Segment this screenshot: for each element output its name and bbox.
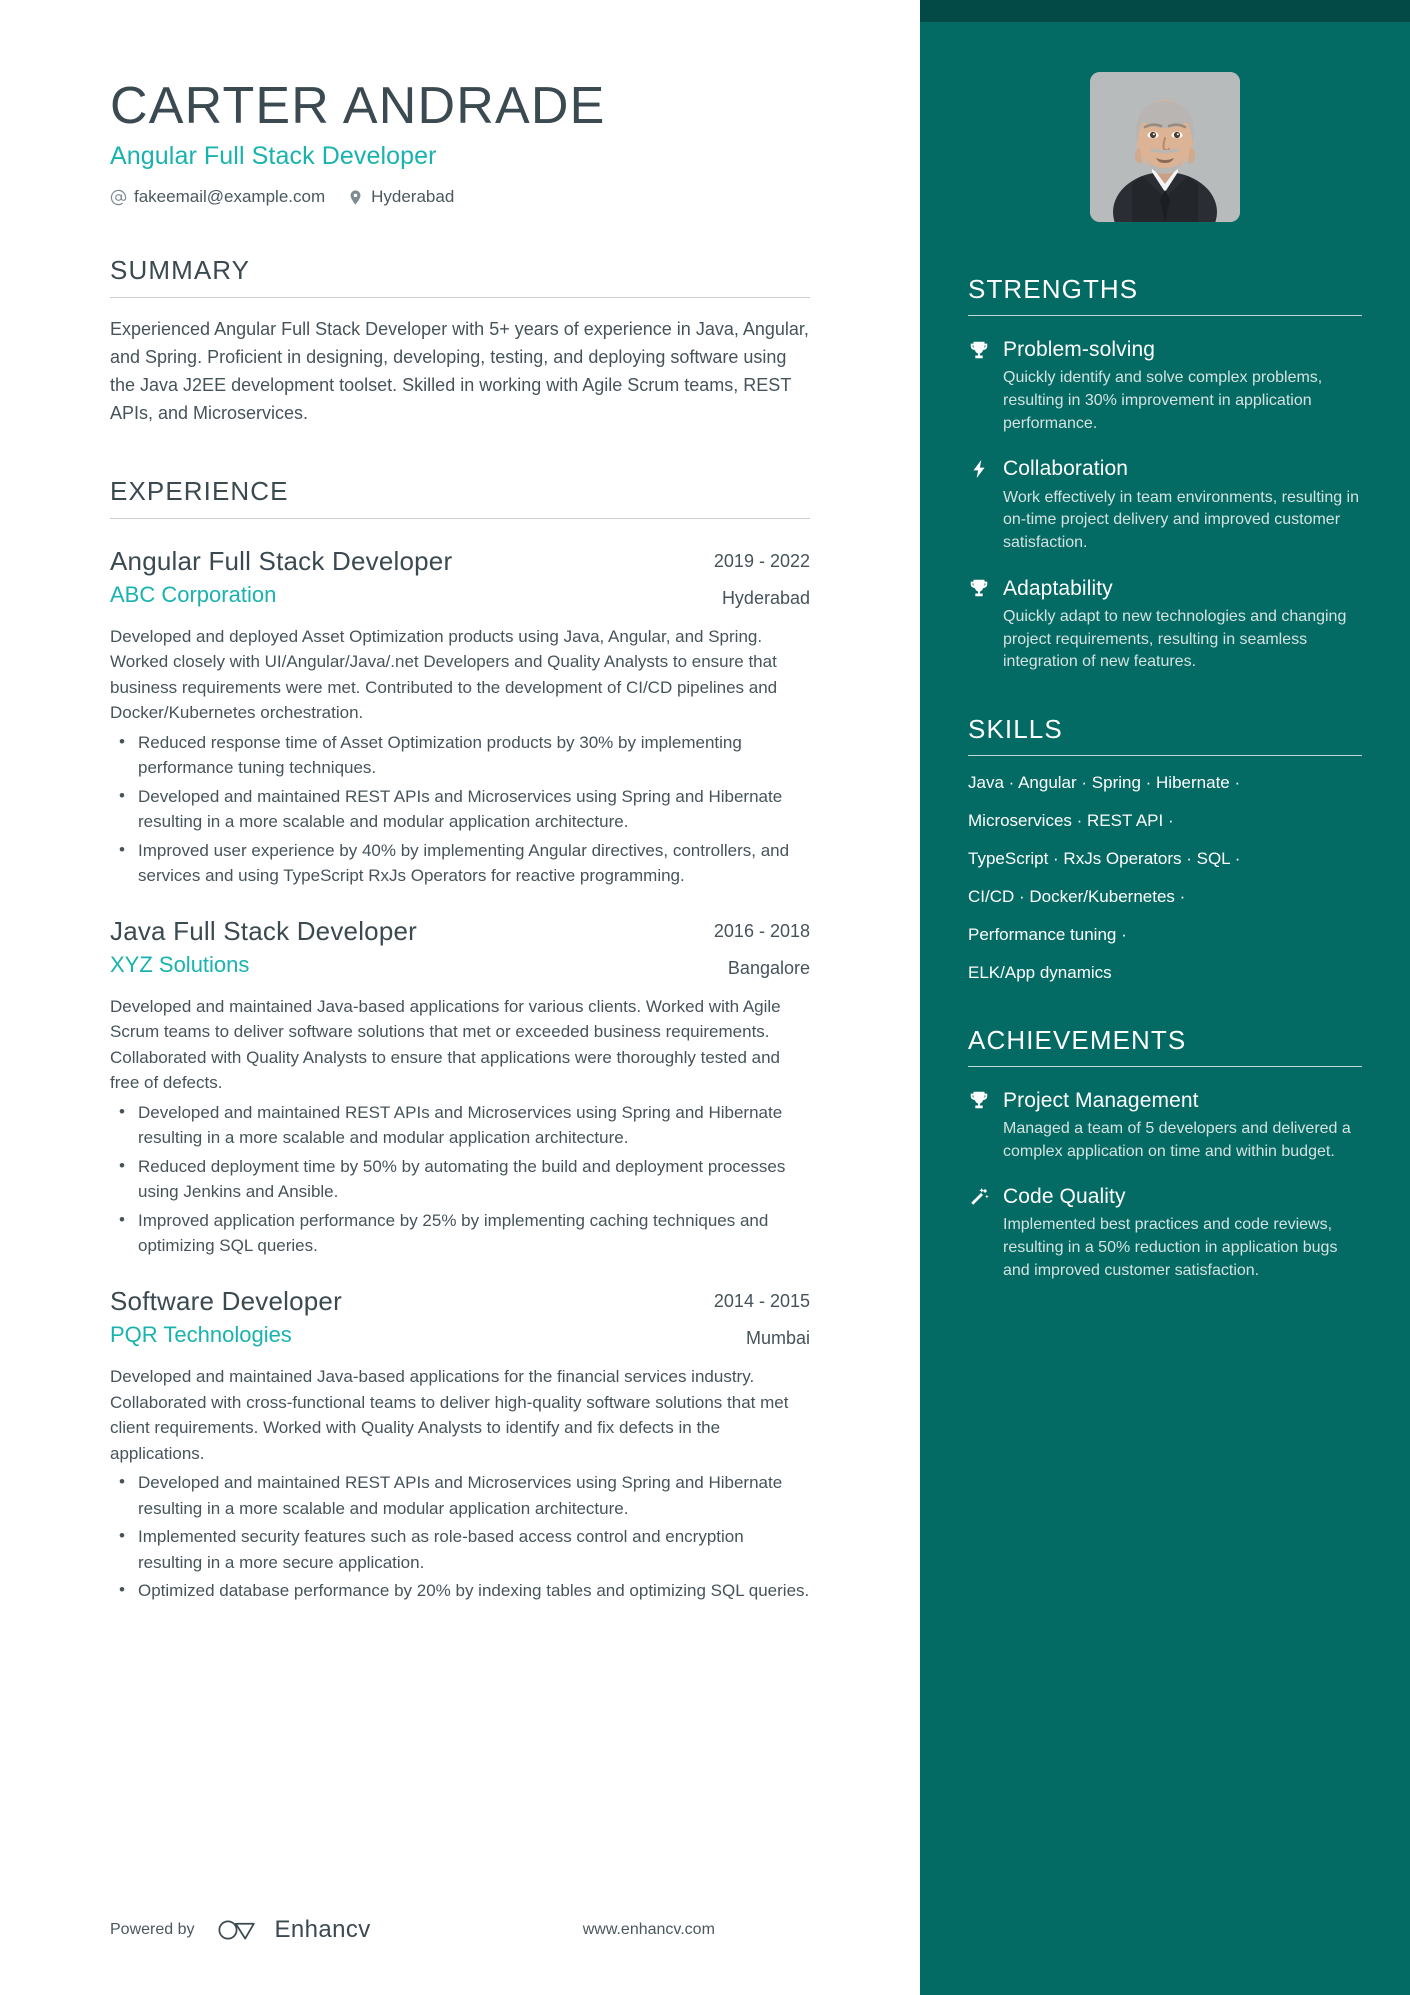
skill-line: TypeScript · RxJs Operators · SQL ·: [968, 848, 1241, 868]
experience-description: Developed and maintained Java-based appl…: [110, 1367, 789, 1463]
powered-by-label: Powered by: [110, 1921, 195, 1938]
achievement-title: Code Quality: [1003, 1185, 1126, 1209]
experience-dates: 2014 - 2015: [713, 1290, 810, 1311]
enhancv-wordmark: Enhancv: [274, 1916, 371, 1943]
skills-list: Java · Angular · Spring · Hibernate · Mi…: [968, 772, 1362, 985]
main-column: CARTER ANDRADE Angular Full Stack Develo…: [0, 0, 920, 1995]
experience-section: EXPERIENCE Angular Full Stack Developer …: [110, 476, 810, 1604]
experience-company: PQR Technologies: [110, 1322, 292, 1348]
experience-bullet-list: Reduced response time of Asset Optimizat…: [110, 729, 810, 889]
experience-bullet: Reduced deployment time by 50% by automa…: [110, 1153, 810, 1205]
experience-location: Mumbai: [745, 1327, 810, 1348]
skill-line: Microservices · REST API ·: [968, 810, 1174, 830]
experience-bullet: Reduced response time of Asset Optimizat…: [110, 729, 810, 781]
sidebar: STRENGTHS Problem-solving Quickly identi…: [920, 0, 1410, 1995]
strengths-section-title: STRENGTHS: [968, 274, 1139, 304]
strength-item: Problem-solving Quickly identify and sol…: [968, 337, 1362, 435]
strength-title: Adaptability: [1003, 576, 1113, 600]
experience-section-title: EXPERIENCE: [110, 475, 289, 506]
summary-section-title: SUMMARY: [110, 255, 251, 286]
skill-line: ELK/App dynamics: [968, 962, 1112, 982]
experience-bullet: Developed and maintained REST APIs and M…: [110, 1099, 810, 1151]
achievement-description: Implemented best practices and code revi…: [1003, 1216, 1338, 1279]
strength-description: Work effectively in team environments, r…: [1003, 488, 1360, 551]
header-block: CARTER ANDRADE Angular Full Stack Develo…: [110, 78, 810, 207]
experience-role: Software Developer: [110, 1285, 342, 1316]
experience-entry: Software Developer PQR Technologies 2014…: [110, 1285, 810, 1604]
strength-item: Adaptability Quickly adapt to new techno…: [968, 576, 1362, 674]
experience-entry: Angular Full Stack Developer ABC Corpora…: [110, 545, 810, 889]
experience-divider: [110, 517, 810, 519]
experience-company: XYZ Solutions: [110, 952, 250, 978]
enhancv-logo: Enhancv: [217, 1916, 371, 1944]
strength-title: Collaboration: [1003, 457, 1129, 481]
resume-page: CARTER ANDRADE Angular Full Stack Develo…: [0, 0, 1410, 1995]
skills-section-title: SKILLS: [968, 714, 1063, 745]
strength-title: Problem-solving: [1003, 338, 1156, 361]
contact-location-text: Hyderabad: [371, 187, 455, 207]
experience-bullet: Improved application performance by 25% …: [110, 1207, 810, 1259]
avatar-wrapper: [968, 72, 1362, 222]
experience-bullet: Improved user experience by 40% by imple…: [110, 837, 810, 889]
at-icon: [110, 189, 127, 206]
trophy-icon: [968, 577, 990, 599]
skills-divider: [968, 755, 1362, 757]
experience-description: Developed and maintained Java-based appl…: [110, 996, 781, 1093]
experience-bullet-list: Developed and maintained REST APIs and M…: [110, 1099, 810, 1259]
footer-website[interactable]: www.enhancv.com: [583, 1921, 715, 1939]
candidate-headline: Angular Full Stack Developer: [110, 142, 437, 171]
contact-location: Hyderabad: [347, 187, 454, 207]
summary-divider: [110, 297, 810, 299]
contact-email[interactable]: fakeemail@example.com: [110, 187, 325, 207]
strengths-divider: [968, 315, 1362, 316]
achievement-item: Project Management Managed a team of 5 d…: [968, 1088, 1362, 1164]
page-footer: Powered by Enhancv www.enhancv.com: [110, 1865, 920, 1995]
achievement-description: Managed a team of 5 developers and deliv…: [1003, 1119, 1351, 1160]
skill-line: Performance tuning ·: [968, 924, 1127, 944]
infinity-loop-icon: [217, 1917, 264, 1943]
experience-dates: 2016 - 2018: [713, 920, 810, 941]
experience-bullet-list: Developed and maintained REST APIs and M…: [110, 1469, 810, 1604]
skills-section: SKILLS Java · Angular · Spring · Hiberna…: [968, 714, 1362, 985]
strengths-section: STRENGTHS Problem-solving Quickly identi…: [968, 274, 1362, 674]
skill-line: Java · Angular · Spring · Hibernate ·: [968, 773, 1241, 793]
achievements-divider: [968, 1065, 1362, 1067]
strength-item: Collaboration Work effectively in team e…: [968, 456, 1362, 554]
experience-bullet: Optimized database performance by 20% by…: [110, 1577, 810, 1604]
experience-role: Angular Full Stack Developer: [110, 545, 453, 576]
summary-section: SUMMARY Experienced Angular Full Stack D…: [110, 255, 810, 428]
experience-location: Hyderabad: [721, 587, 810, 608]
experience-bullet: Implemented security features such as ro…: [110, 1523, 810, 1575]
achievement-item: Code Quality Implemented best practices …: [968, 1184, 1362, 1282]
strength-description: Quickly identify and solve complex probl…: [1003, 369, 1323, 432]
powered-by-block: Powered by Enhancv: [110, 1916, 371, 1944]
contact-row: fakeemail@example.com Hyderabad: [110, 187, 810, 207]
experience-bullet: Developed and maintained REST APIs and M…: [110, 1469, 810, 1521]
achievements-section-title: ACHIEVEMENTS: [968, 1024, 1187, 1055]
achievements-section: ACHIEVEMENTS Project Management Managed …: [968, 1025, 1362, 1283]
experience-company: ABC Corporation: [110, 582, 277, 608]
experience-dates: 2019 - 2022: [713, 550, 810, 571]
trophy-icon: [968, 339, 990, 361]
trophy-icon: [968, 1089, 990, 1111]
experience-bullet: Developed and maintained REST APIs and M…: [110, 783, 810, 835]
contact-email-text: fakeemail@example.com: [134, 187, 326, 207]
experience-entry: Java Full Stack Developer XYZ Solutions …: [110, 915, 810, 1259]
experience-location: Bangalore: [727, 957, 810, 978]
skill-line: CI/CD · Docker/Kubernetes ·: [968, 886, 1186, 906]
avatar: [1090, 72, 1240, 222]
lightning-bolt-icon: [968, 458, 990, 480]
strength-description: Quickly adapt to new technologies and ch…: [1003, 607, 1347, 671]
magic-wand-icon: [968, 1186, 990, 1208]
map-pin-icon: [347, 189, 364, 206]
candidate-name: CARTER ANDRADE: [110, 77, 606, 135]
experience-role: Java Full Stack Developer: [110, 915, 418, 946]
experience-description: Developed and deployed Asset Optimizatio…: [110, 626, 778, 723]
summary-text: Experienced Angular Full Stack Developer…: [110, 319, 809, 423]
achievement-title: Project Management: [1003, 1088, 1199, 1112]
